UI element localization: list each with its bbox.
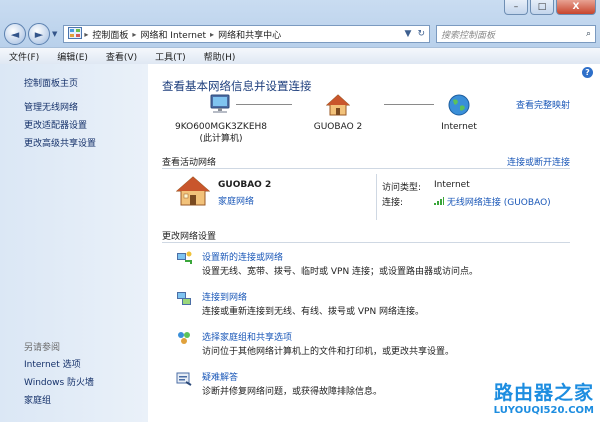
connect-disconnect-link[interactable]: 连接或断开连接 [507, 155, 570, 168]
minimize-button[interactable]: – [504, 0, 528, 15]
internet-label: Internet [441, 122, 477, 132]
breadcrumb-network-internet[interactable]: 网络和 Internet [140, 28, 206, 41]
page-title: 查看基本网络信息并设置连接 [162, 79, 312, 93]
troubleshoot-icon [176, 372, 192, 386]
homegroup-link[interactable]: 家庭组 [24, 393, 51, 406]
active-networks-heading: 查看活动网络 [162, 158, 217, 168]
navigation-bar: ◄ ► ▼ ▸ 控制面板 ▸ 网络和 Internet ▸ 网络和共享中心 ▼ … [4, 22, 596, 46]
access-type-value: Internet [434, 180, 470, 190]
homegroup-sharing-desc: 访问位于其他网络计算机上的文件和打印机，或更改共享设置。 [202, 347, 455, 357]
access-type-label: 访问类型: [382, 183, 422, 193]
window: – □ X ◄ ► ▼ ▸ 控制面板 ▸ 网络和 Internet ▸ 网络和共… [0, 0, 600, 422]
menu-view[interactable]: 查看(V) [97, 50, 146, 63]
close-button[interactable]: X [556, 0, 596, 15]
control-panel-icon [68, 26, 83, 42]
breadcrumb-separator-icon[interactable]: ▸ [84, 30, 88, 39]
wireless-connection-link[interactable]: 无线网络连接 (GUOBAO) [447, 198, 551, 208]
internet-options-link[interactable]: Internet 选项 [24, 357, 81, 370]
breadcrumb-separator-icon[interactable]: ▸ [132, 30, 136, 39]
internet-node: Internet [424, 94, 494, 133]
main-content: ? 查看基本网络信息并设置连接 查看完整映射 9KO600MGK3ZKEH8 (此… [148, 64, 600, 422]
watermark-title: 路由器之家 [493, 382, 594, 404]
homegroup-sharing-link[interactable]: 选择家庭组和共享选项 [202, 330, 292, 343]
setup-connection-desc: 设置无线、宽带、拨号、临时或 VPN 连接；或设置路由器或访问点。 [202, 267, 479, 277]
computer-icon [210, 94, 230, 113]
manage-wireless-networks-link[interactable]: 管理无线网络 [24, 100, 78, 113]
this-computer-label: (此计算机) [199, 134, 243, 144]
connect-network-link[interactable]: 连接到网络 [202, 290, 247, 303]
globe-icon [448, 94, 470, 116]
network-name: GUOBAO 2 [218, 180, 272, 190]
troubleshoot-desc: 诊断并修复网络问题，或获得故障排除信息。 [202, 387, 383, 397]
connection-label: 连接: [382, 198, 404, 208]
forward-button[interactable]: ► [28, 23, 50, 45]
windows-firewall-link[interactable]: Windows 防火墙 [24, 375, 94, 388]
this-computer-node: 9KO600MGK3ZKEH8 (此计算机) [166, 94, 276, 145]
see-full-map-link[interactable]: 查看完整映射 [516, 98, 570, 111]
change-advanced-sharing-link[interactable]: 更改高级共享设置 [24, 136, 96, 149]
router-node: GUOBAO 2 [296, 94, 380, 133]
breadcrumb-control-panel[interactable]: 控制面板 [92, 28, 128, 41]
signal-strength-icon [434, 197, 444, 205]
search-input[interactable]: 搜索控制面板 [441, 28, 495, 41]
search-icon[interactable]: ⌕ [586, 29, 591, 39]
setup-connection-link[interactable]: 设置新的连接或网络 [202, 250, 283, 263]
help-icon[interactable]: ? [582, 67, 593, 78]
refresh-button[interactable]: ↻ [417, 29, 425, 39]
connection-value[interactable]: 无线网络连接 (GUOBAO) [434, 195, 551, 208]
menu-file[interactable]: 文件(F) [0, 50, 48, 63]
menu-bar: 文件(F) 编辑(E) 查看(V) 工具(T) 帮助(H) [0, 47, 600, 64]
address-dropdown-icon[interactable]: ▼ [405, 29, 412, 39]
divider [162, 242, 570, 243]
house-icon [326, 94, 350, 116]
connection-line [236, 104, 292, 105]
control-panel-home-link[interactable]: 控制面板主页 [24, 76, 78, 89]
breadcrumb-network-sharing-center[interactable]: 网络和共享中心 [218, 28, 281, 41]
menu-help[interactable]: 帮助(H) [195, 50, 245, 63]
connect-network-desc: 连接或重新连接到无线、有线、拨号或 VPN 网络连接。 [202, 307, 425, 317]
menu-edit[interactable]: 编辑(E) [48, 50, 97, 63]
watermark-url: LUYOUQI520.COM [493, 405, 594, 416]
divider [162, 168, 570, 169]
caption-buttons: – □ X [504, 0, 596, 15]
new-connection-icon [177, 251, 192, 264]
breadcrumb-separator-icon[interactable]: ▸ [210, 30, 214, 39]
left-pane: 控制面板主页 管理无线网络 更改适配器设置 更改高级共享设置 另请参阅 Inte… [0, 64, 148, 422]
access-type-row: 访问类型: Internet [382, 180, 470, 193]
search-box[interactable]: 搜索控制面板 ⌕ [436, 25, 596, 43]
homegroup-sharing-icon [178, 332, 190, 344]
troubleshoot-link[interactable]: 疑难解答 [202, 370, 238, 383]
recent-pages-dropdown-icon[interactable]: ▼ [52, 30, 57, 38]
maximize-button[interactable]: □ [530, 0, 554, 15]
menu-tools[interactable]: 工具(T) [146, 50, 195, 63]
back-button[interactable]: ◄ [4, 23, 26, 45]
network-type-link[interactable]: 家庭网络 [218, 194, 254, 207]
change-settings-heading: 更改网络设置 [162, 232, 217, 242]
computer-name: 9KO600MGK3ZKEH8 [174, 122, 267, 132]
home-network-icon[interactable] [176, 176, 210, 206]
connect-network-icon [177, 292, 191, 305]
see-also-heading: 另请参阅 [24, 343, 61, 353]
address-bar[interactable]: ▸ 控制面板 ▸ 网络和 Internet ▸ 网络和共享中心 ▼ ↻ [63, 25, 430, 43]
watermark: 路由器之家 LUYOUQI520.COM [494, 378, 594, 416]
divider [376, 174, 377, 220]
change-adapter-settings-link[interactable]: 更改适配器设置 [24, 118, 87, 131]
router-name: GUOBAO 2 [313, 122, 363, 132]
connection-row: 连接: 无线网络连接 (GUOBAO) [382, 195, 551, 208]
